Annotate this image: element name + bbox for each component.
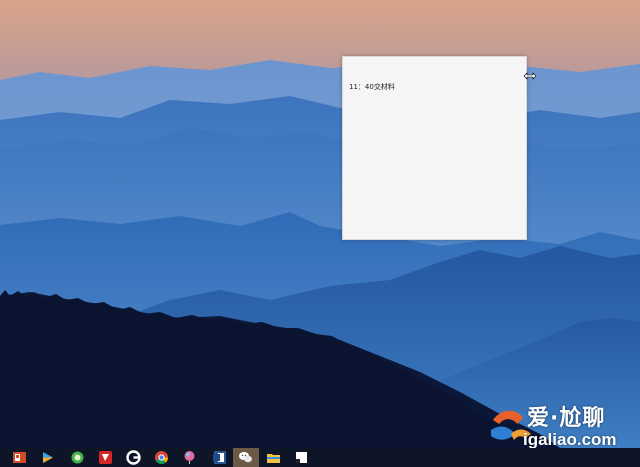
edge-browser-icon[interactable]: [126, 450, 141, 465]
note-text[interactable]: 11：40交材料: [349, 82, 395, 92]
powerpoint-icon[interactable]: [12, 450, 27, 465]
watermark-url: igaliao.com: [523, 430, 617, 449]
watermark-title: 爱·尬聊: [527, 406, 606, 431]
taskbar: [0, 448, 640, 467]
desktop-wallpaper: [0, 0, 640, 448]
sticky-note-window[interactable]: 11：40交材料: [342, 56, 527, 240]
sticky-notes-icon[interactable]: [294, 450, 309, 465]
word-icon[interactable]: [212, 450, 227, 465]
resize-cursor-icon: [523, 72, 537, 80]
balloon-app-icon[interactable]: [182, 450, 197, 465]
chrome-icon[interactable]: [154, 450, 169, 465]
red-app-icon[interactable]: [98, 450, 113, 465]
green-app-icon[interactable]: [70, 450, 85, 465]
media-player-icon[interactable]: [40, 450, 55, 465]
file-explorer-icon[interactable]: [266, 450, 281, 465]
wechat-icon[interactable]: [238, 450, 253, 465]
